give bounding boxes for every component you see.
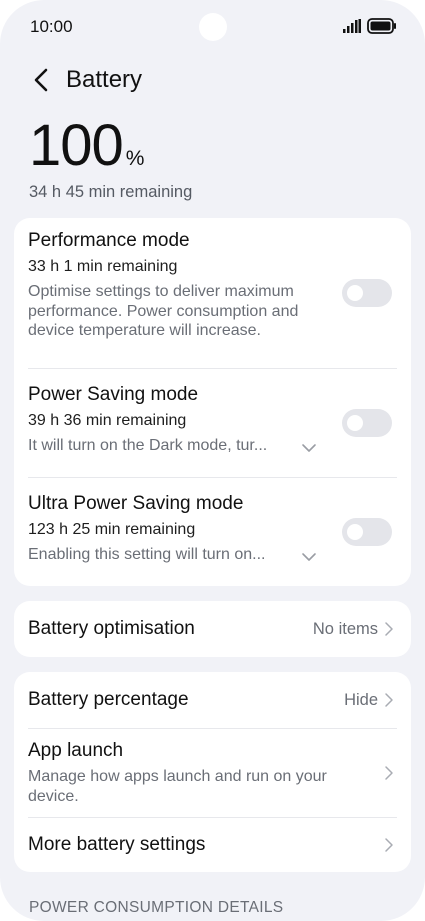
battery-icon <box>367 18 396 34</box>
mode-description: Optimise settings to deliver maximum per… <box>28 283 299 339</box>
page-title: Battery <box>66 66 143 93</box>
app-launch-row[interactable]: App launch Manage how apps launch and ru… <box>14 729 411 817</box>
row-label: Battery percentage <box>28 689 189 710</box>
mode-remaining: 33 h 1 min remaining <box>28 258 178 275</box>
row-value: Hide <box>344 691 378 709</box>
mode-title: Power Saving mode <box>28 384 199 405</box>
status-bar: 10:00 <box>0 0 425 56</box>
ultra-power-saving-mode-toggle[interactable] <box>342 518 392 546</box>
mode-description: It will turn on the Dark mode, tur... <box>28 437 268 454</box>
signal-icon <box>343 19 361 33</box>
battery-level-unit: % <box>125 147 145 170</box>
row-value: No items <box>312 620 378 638</box>
row-label: Battery optimisation <box>28 618 195 639</box>
performance-mode-toggle[interactable] <box>342 279 392 307</box>
performance-mode-item[interactable]: Performance mode 33 h 1 min remaining Op… <box>14 218 411 368</box>
chevron-down-icon[interactable] <box>301 552 317 562</box>
more-battery-settings-row[interactable]: More battery settings <box>14 818 411 872</box>
section-header: POWER CONSUMPTION DETAILS <box>29 899 284 916</box>
power-saving-mode-toggle[interactable] <box>342 409 392 437</box>
mode-title: Ultra Power Saving mode <box>28 493 244 514</box>
row-label: More battery settings <box>28 834 206 855</box>
battery-level: 100% <box>29 112 144 182</box>
chevron-left-icon[interactable] <box>30 67 52 93</box>
chevron-right-icon <box>385 622 393 636</box>
ultra-power-saving-mode-item[interactable]: Ultra Power Saving mode 123 h 25 min rem… <box>14 478 411 586</box>
battery-level-value: 100 <box>29 113 124 178</box>
mode-remaining: 123 h 25 min remaining <box>28 521 196 538</box>
mode-title: Performance mode <box>28 230 190 251</box>
battery-settings-card: Battery percentage Hide App launch Manag… <box>14 672 411 872</box>
mode-description: Enabling this setting will turn on... <box>28 546 266 563</box>
chevron-right-icon <box>385 693 393 707</box>
power-saving-mode-item[interactable]: Power Saving mode 39 h 36 min remaining … <box>14 369 411 477</box>
power-modes-card: Performance mode 33 h 1 min remaining Op… <box>14 218 411 586</box>
chevron-right-icon <box>385 838 393 852</box>
chevron-right-icon <box>385 766 393 780</box>
remaining-time-summary: 34 h 45 min remaining <box>29 183 193 201</box>
toggle-knob <box>347 415 363 431</box>
battery-percentage-row[interactable]: Battery percentage Hide <box>14 672 411 728</box>
phone-screen: 10:00 Battery 100% 34 h 45 min remaining… <box>0 0 425 921</box>
front-camera <box>199 13 227 41</box>
chevron-down-icon[interactable] <box>301 443 317 453</box>
battery-optimisation-row[interactable]: Battery optimisation No items <box>14 601 411 657</box>
toggle-knob <box>347 285 363 301</box>
row-description: Manage how apps launch and run on your d… <box>28 768 327 805</box>
row-label: App launch <box>28 740 124 761</box>
toggle-knob <box>347 524 363 540</box>
page-header: Battery <box>0 58 425 102</box>
status-time: 10:00 <box>30 17 73 36</box>
mode-remaining: 39 h 36 min remaining <box>28 412 187 429</box>
